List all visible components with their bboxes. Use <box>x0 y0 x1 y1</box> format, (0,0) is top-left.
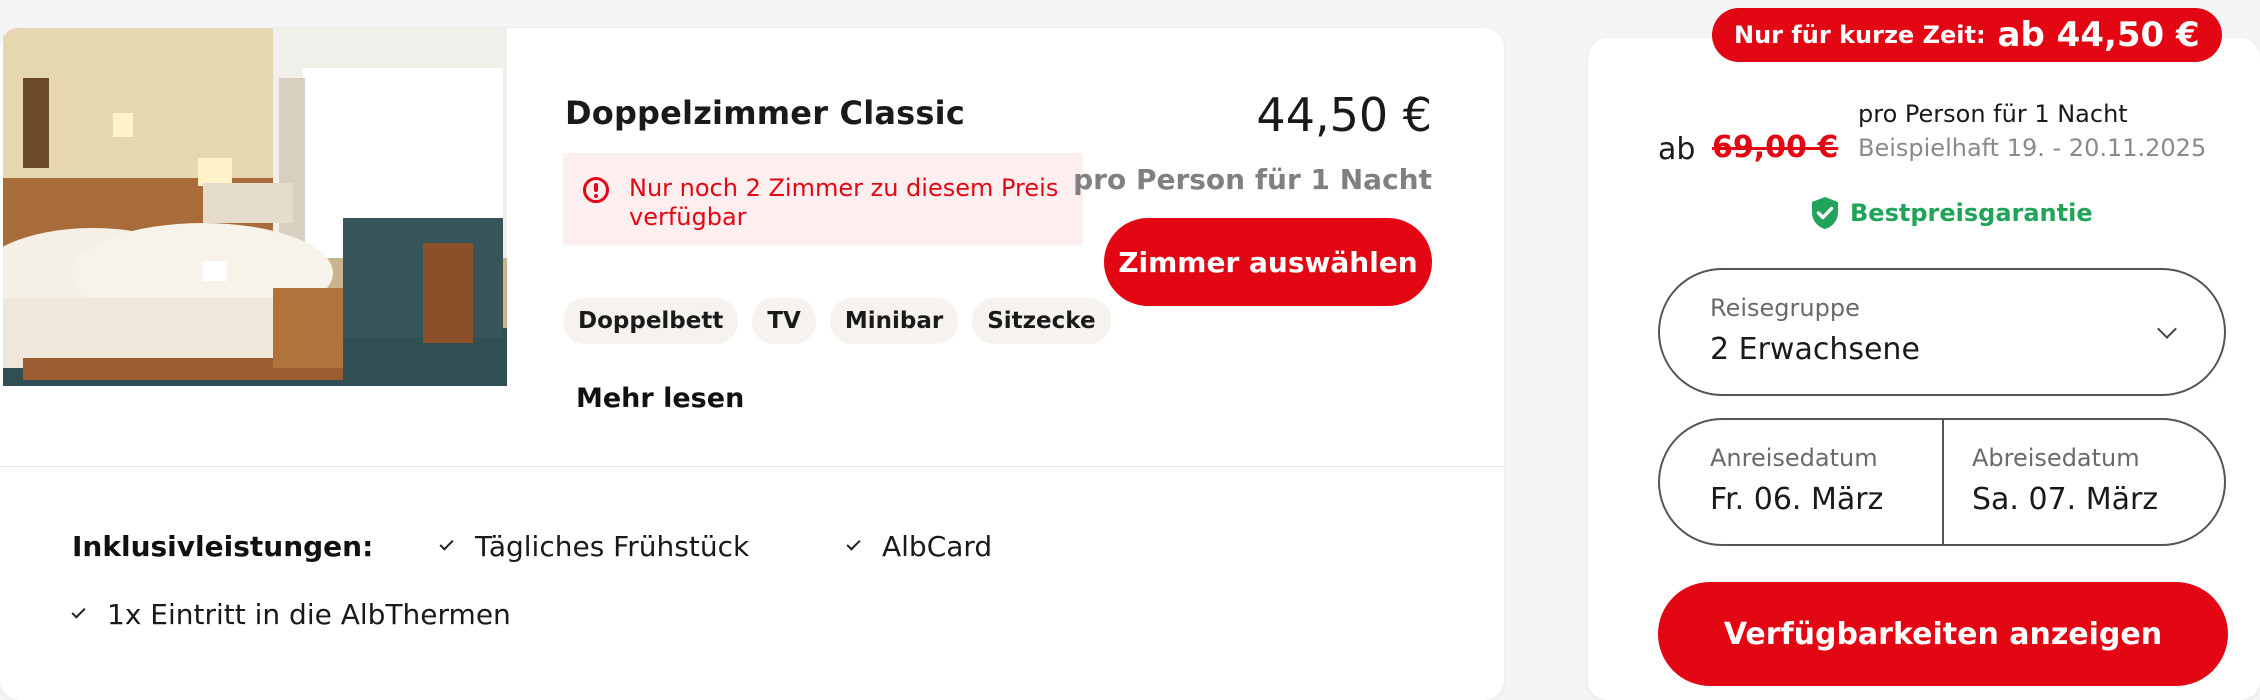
price-per-person: pro Person für 1 Nacht <box>1858 100 2128 128</box>
inclusion-text: Tägliches Frühstück <box>475 530 750 563</box>
guarantee-text: Bestpreisgarantie <box>1850 199 2093 227</box>
old-price: 69,00 € <box>1712 130 1839 165</box>
select-room-button[interactable]: Zimmer auswählen <box>1104 218 1432 306</box>
arrival-value: Fr. 06. März <box>1710 482 1884 517</box>
date-picker: Anreisedatum Fr. 06. März Abreisedatum S… <box>1658 418 2226 546</box>
room-card: Doppelzimmer Classic Nur noch 2 Zimmer z… <box>0 28 1504 700</box>
room-photo[interactable] <box>3 28 507 386</box>
room-photo-illustration <box>3 28 507 386</box>
departure-label: Abreisedatum <box>1972 444 2140 472</box>
promo-price: ab 44,50 € <box>1997 15 2200 55</box>
feature-chip: TV <box>752 298 816 344</box>
best-price-guarantee: Bestpreisgarantie <box>1810 196 2093 230</box>
feature-chip: Sitzecke <box>972 298 1111 344</box>
room-title: Doppelzimmer Classic <box>565 94 966 132</box>
chevron-down-icon <box>2157 319 2177 339</box>
inclusions-label: Inklusivleistungen: <box>72 530 374 563</box>
show-availability-button[interactable]: Verfügbarkeiten anzeigen <box>1658 582 2228 686</box>
shield-check-icon <box>1812 197 1838 229</box>
travel-group-value: 2 Erwachsene <box>1710 332 1920 367</box>
promo-label: Nur für kurze Zeit: <box>1734 21 1986 49</box>
check-icon <box>71 604 86 619</box>
arrival-label: Anreisedatum <box>1710 444 1878 472</box>
scarcity-text: Nur noch 2 Zimmer zu diesem Preis verfüg… <box>629 174 1059 231</box>
feature-chip: Minibar <box>829 298 959 344</box>
travel-group-select[interactable]: Reisegruppe 2 Erwachsene <box>1658 268 2226 396</box>
inclusion-text: AlbCard <box>882 530 993 563</box>
read-more-link[interactable]: Mehr lesen <box>576 383 744 414</box>
departure-date-field[interactable]: Abreisedatum Sa. 07. März <box>1944 420 2224 544</box>
arrival-date-field[interactable]: Anreisedatum Fr. 06. März <box>1660 420 1942 544</box>
room-features: Doppelbett TV Minibar Sitzecke <box>563 298 1111 344</box>
room-price-unit: pro Person für 1 Nacht <box>1073 163 1432 196</box>
check-icon <box>439 536 454 551</box>
price-prefix: ab <box>1658 132 1696 167</box>
warning-circle-icon <box>583 177 609 203</box>
inclusion-item: Tägliches Frühstück <box>439 530 750 563</box>
inclusion-item: 1x Eintritt in die AlbThermen <box>71 598 511 631</box>
inclusion-item: AlbCard <box>846 530 993 563</box>
example-dates: Beispielhaft 19. - 20.11.2025 <box>1858 134 2207 162</box>
inclusion-text: 1x Eintritt in die AlbThermen <box>107 598 511 631</box>
scarcity-note: Nur noch 2 Zimmer zu diesem Preis verfüg… <box>563 153 1083 245</box>
room-price: 44,50 € <box>1256 88 1432 142</box>
departure-value: Sa. 07. März <box>1972 482 2159 517</box>
check-icon <box>846 536 861 551</box>
feature-chip: Doppelbett <box>563 298 739 344</box>
promo-badge: Nur für kurze Zeit: ab 44,50 € <box>1712 8 2222 62</box>
travel-group-label: Reisegruppe <box>1710 294 1860 322</box>
card-divider <box>0 466 1504 467</box>
